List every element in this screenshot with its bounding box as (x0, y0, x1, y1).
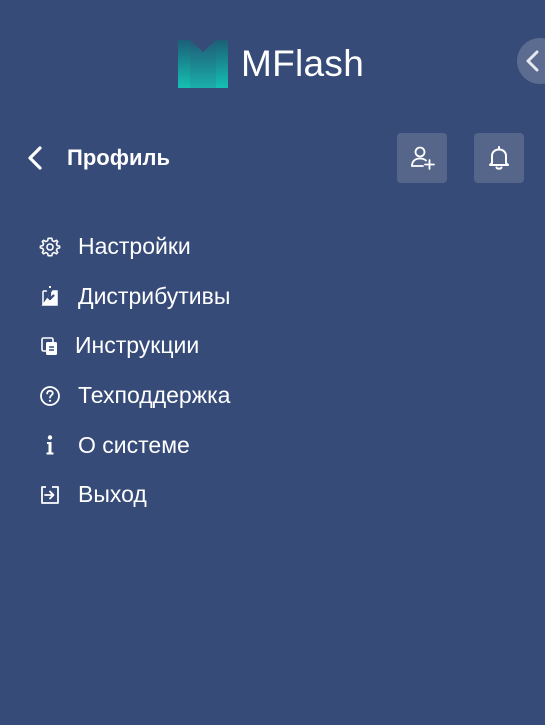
chevron-left-icon (526, 50, 539, 72)
app-logo[interactable]: MFlash (178, 40, 364, 88)
menu-item-instructions[interactable]: Инструкции (38, 321, 438, 371)
chevron-left-icon (28, 146, 42, 170)
info-icon (38, 433, 62, 457)
menu-item-label: Инструкции (75, 332, 200, 359)
back-button[interactable] (24, 145, 48, 171)
help-circle-icon (38, 384, 62, 408)
profile-menu: Настройки Дистрибутивы Инструкции Техпод… (38, 222, 438, 520)
download-icon (38, 284, 62, 308)
menu-item-distributions[interactable]: Дистрибутивы (38, 272, 438, 322)
bell-icon (489, 146, 509, 170)
add-user-icon (411, 146, 435, 170)
menu-item-label: Техподдержка (78, 382, 231, 409)
notifications-button[interactable] (474, 133, 524, 183)
collapse-sidebar-button[interactable] (517, 38, 545, 84)
menu-item-label: Выход (78, 481, 147, 508)
menu-item-settings[interactable]: Настройки (38, 222, 438, 272)
profile-header: Профиль (24, 133, 524, 183)
logo-mark-icon (178, 40, 228, 88)
gear-icon (38, 235, 62, 259)
menu-item-label: Дистрибутивы (78, 282, 231, 309)
logo-text: MFlash (241, 43, 365, 84)
menu-item-logout[interactable]: Выход (38, 470, 438, 520)
menu-item-label: Настройки (78, 233, 191, 260)
documents-icon (38, 334, 62, 358)
menu-item-label: О системе (78, 431, 190, 458)
page-title: Профиль (67, 145, 170, 170)
sidebar: MFlash Профиль Настройки Дистрибутивы Ин… (0, 0, 545, 725)
menu-item-about[interactable]: О системе (38, 420, 438, 470)
add-user-button[interactable] (397, 133, 447, 183)
menu-item-support[interactable]: Техподдержка (38, 371, 438, 421)
logout-icon (38, 483, 62, 507)
